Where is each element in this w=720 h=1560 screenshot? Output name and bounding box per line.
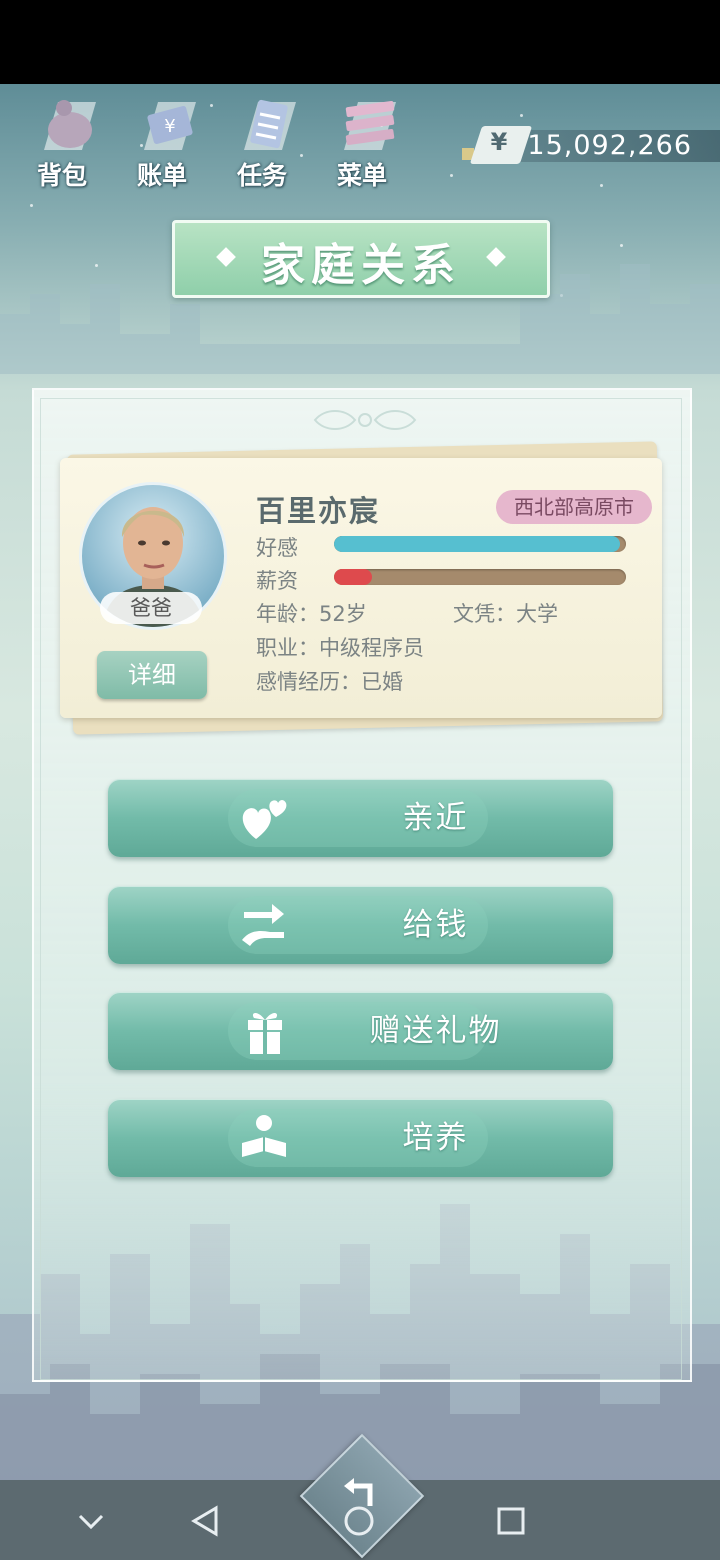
action-gift-button[interactable]: 赠送礼物: [108, 992, 613, 1070]
action-label: 给钱: [402, 907, 469, 943]
salary-bar: [334, 569, 626, 585]
toolbar-label: 背包: [36, 161, 87, 190]
toolbar-task-button[interactable]: 任务: [222, 90, 312, 190]
toolbar-menu-button[interactable]: 菜单: [322, 90, 412, 190]
toolbar-bag-button[interactable]: 背包: [22, 90, 112, 190]
toolbar-label: 任务: [236, 161, 287, 190]
currency-symbol: ¥: [490, 128, 508, 156]
education-info: 文凭：大学: [453, 602, 558, 626]
relationship-history-info: 感情经历：已婚: [256, 670, 403, 694]
action-close-button[interactable]: 亲近: [108, 779, 613, 857]
bill-icon: ¥: [144, 102, 196, 150]
action-label: 培养: [402, 1120, 469, 1156]
action-label: 赠送礼物: [369, 1013, 502, 1049]
home-circle-icon[interactable]: [334, 1496, 384, 1546]
stat-label-affection: 好感: [256, 536, 298, 560]
relation-tag: 爸爸: [100, 592, 202, 624]
flourish-ornament-icon: [313, 410, 417, 430]
detail-button[interactable]: 详细: [97, 651, 207, 699]
toolbar-bill-button[interactable]: ¥ 账单: [122, 90, 212, 190]
job-info: 职业：中级程序员: [256, 636, 424, 660]
salary-bar-fill: [334, 569, 372, 585]
toolbar-label: 账单: [136, 161, 187, 190]
money-display: ¥ 15,092,266: [462, 126, 720, 166]
action-give-money-button[interactable]: 给钱: [108, 886, 613, 964]
menu-icon: [344, 100, 396, 150]
age-info: 年龄：52岁: [256, 602, 367, 626]
money-amount: 15,092,266: [527, 130, 692, 161]
affection-bar: [334, 536, 626, 552]
status-bar: [0, 0, 720, 84]
task-icon: [244, 99, 296, 150]
title-banner: 家庭关系: [172, 220, 550, 298]
recents-square-icon[interactable]: [486, 1496, 536, 1546]
chevron-down-icon[interactable]: [66, 1496, 116, 1546]
region-badge: 西北部高原市: [496, 490, 652, 524]
bag-icon: [44, 100, 96, 150]
action-label: 亲近: [402, 800, 469, 836]
svg-text:¥: ¥: [164, 116, 175, 137]
back-triangle-icon[interactable]: [180, 1496, 230, 1546]
toolbar-label: 菜单: [336, 161, 387, 190]
affection-bar-fill: [334, 536, 621, 552]
character-name: 百里亦宸: [256, 494, 381, 528]
stat-label-salary: 薪资: [256, 569, 298, 593]
action-cultivate-button[interactable]: 培养: [108, 1099, 613, 1177]
